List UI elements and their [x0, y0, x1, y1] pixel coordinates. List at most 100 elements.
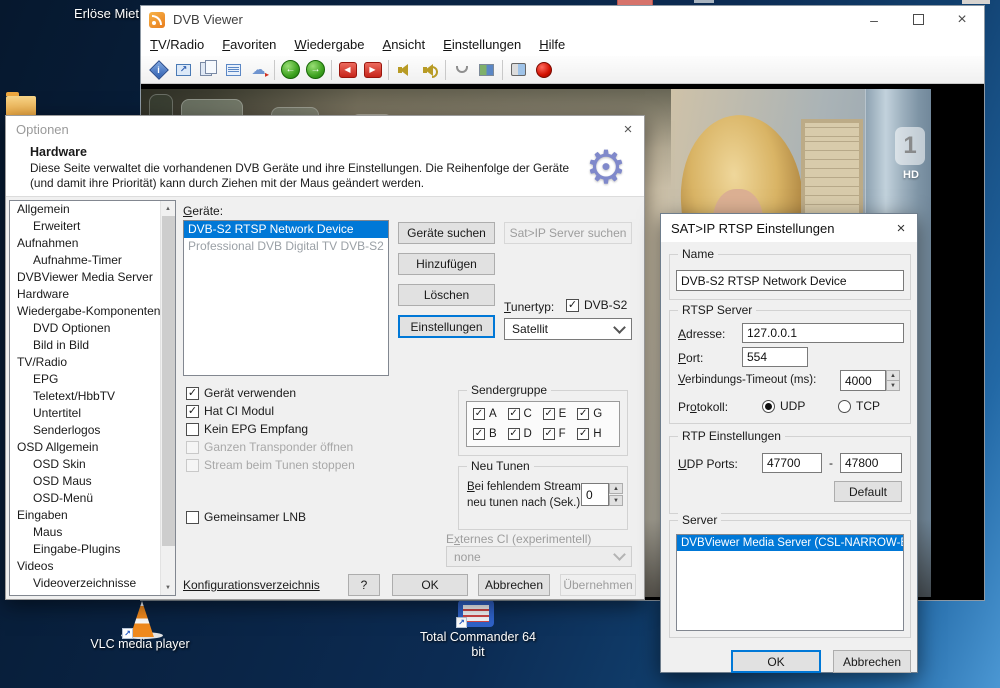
- menu-favoriten[interactable]: Favoriten: [213, 37, 285, 52]
- teletext-icon[interactable]: [221, 58, 246, 81]
- sidebar-item-maus[interactable]: Maus: [10, 524, 160, 541]
- folder-icon[interactable]: [6, 96, 36, 116]
- sendergruppe-f-checkbox[interactable]: F: [543, 428, 578, 440]
- info-icon[interactable]: i: [146, 58, 171, 81]
- sendergruppe-b-checkbox[interactable]: B: [473, 428, 508, 440]
- sidebar-item-tv-radio[interactable]: TV/Radio: [10, 354, 160, 371]
- sendergruppe-e-checkbox[interactable]: E: [543, 408, 578, 420]
- fullscreen-icon[interactable]: ↗: [171, 58, 196, 81]
- geraete-suchen-button[interactable]: Geräte suchen: [398, 222, 495, 244]
- scroll-up-icon[interactable]: ▲: [161, 201, 175, 216]
- satip-abbrechen-button[interactable]: Abbrechen: [833, 650, 911, 673]
- sidebar-item-eingaben[interactable]: Eingaben: [10, 507, 160, 524]
- port-field[interactable]: 554: [742, 347, 808, 367]
- device-item[interactable]: Professional DVB Digital TV DVB-S2: [184, 238, 388, 255]
- channel-previous-icon[interactable]: ◀: [335, 58, 360, 81]
- uebernehmen-button[interactable]: Übernehmen: [560, 574, 636, 596]
- maximize-button[interactable]: [896, 6, 940, 33]
- sendergruppe-c-checkbox[interactable]: C: [508, 408, 543, 420]
- sidebar-item-epg[interactable]: EPG: [10, 371, 160, 388]
- menu-wiedergabe[interactable]: Wiedergabe: [285, 37, 373, 52]
- sidebar-item-videos[interactable]: Videos: [10, 558, 160, 575]
- desktop-icon-label-erloese[interactable]: Erlöse Miet: [74, 6, 139, 21]
- channel-panel-icon[interactable]: [506, 58, 531, 81]
- satip-ok-button[interactable]: OK: [731, 650, 821, 673]
- sidebar-item-aufnahme-timer[interactable]: Aufnahme-Timer: [10, 252, 160, 269]
- scroll-down-icon[interactable]: ▼: [161, 580, 175, 595]
- abbrechen-button[interactable]: Abbrechen: [478, 574, 550, 596]
- sidebar-item-eingabe-plugins[interactable]: Eingabe-Plugins: [10, 541, 160, 558]
- scrollbar-thumb[interactable]: [162, 216, 175, 546]
- adresse-field[interactable]: 127.0.0.1: [742, 323, 904, 343]
- satip-titlebar[interactable]: SAT>IP RTSP Einstellungen ×: [661, 214, 917, 242]
- spinner-up-icon[interactable]: ▲: [609, 483, 623, 494]
- mosaic-icon[interactable]: [474, 58, 499, 81]
- sidebar-item-untertitel[interactable]: Untertitel: [10, 405, 160, 422]
- timeout-field[interactable]: 4000: [840, 370, 886, 391]
- device-list[interactable]: DVB-S2 RTSP Network Device Professional …: [183, 220, 389, 376]
- options-category-list[interactable]: Allgemein Erweitert Aufnahmen Aufnahme-T…: [9, 200, 176, 596]
- forward-icon[interactable]: →: [303, 58, 328, 81]
- geraet-verwenden-checkbox[interactable]: Gerät verwenden: [186, 386, 296, 400]
- sidebar-item-media-server[interactable]: DVBViewer Media Server: [10, 269, 160, 286]
- spinner-down-icon[interactable]: ▼: [609, 495, 623, 506]
- dvb-titlebar[interactable]: DVB Viewer – ×: [141, 6, 984, 33]
- udp-radio[interactable]: UDP: [762, 399, 805, 413]
- sidebar-item-senderlogos[interactable]: Senderlogos: [10, 422, 160, 439]
- satip-close-button[interactable]: ×: [885, 220, 917, 237]
- spinner-down-icon[interactable]: ▼: [886, 380, 900, 391]
- konfigurationsverzeichnis-link[interactable]: Konfigurationsverzeichnis: [183, 578, 320, 592]
- sidebar-item-aufnahmen[interactable]: Aufnahmen: [10, 235, 160, 252]
- name-field[interactable]: DVB-S2 RTSP Network Device: [676, 270, 904, 291]
- einstellungen-button[interactable]: Einstellungen: [398, 315, 495, 338]
- kein-epg-empfang-checkbox[interactable]: Kein EPG Empfang: [186, 422, 308, 436]
- sendergruppe-h-checkbox[interactable]: H: [577, 428, 613, 440]
- satip-server-suchen-button[interactable]: Sat>IP Server suchen: [504, 222, 632, 244]
- sidebar-item-allgemein[interactable]: Allgemein: [10, 201, 160, 218]
- udp-port-to-field[interactable]: 47800: [840, 453, 902, 473]
- hinzufuegen-button[interactable]: Hinzufügen: [398, 253, 495, 275]
- server-item-selected[interactable]: DVBViewer Media Server (CSL-NARROW-BO: [677, 535, 903, 551]
- menu-tv-radio[interactable]: TV/Radio: [141, 37, 213, 52]
- volume-up-icon[interactable]: [417, 58, 442, 81]
- sidebar-item-wiedergabe-komponenten[interactable]: Wiedergabe-Komponenten: [10, 303, 160, 320]
- menu-ansicht[interactable]: Ansicht: [374, 37, 435, 52]
- sidebar-item-videoverzeichnisse[interactable]: Videoverzeichnisse: [10, 575, 160, 592]
- volume-down-icon[interactable]: [392, 58, 417, 81]
- server-list[interactable]: DVBViewer Media Server (CSL-NARROW-BO: [676, 534, 904, 631]
- window-mode-icon[interactable]: [196, 58, 221, 81]
- default-button[interactable]: Default: [834, 481, 902, 502]
- menu-einstellungen[interactable]: Einstellungen: [434, 37, 530, 52]
- close-button[interactable]: ×: [940, 6, 984, 33]
- ok-button[interactable]: OK: [392, 574, 468, 596]
- vlc-icon-label[interactable]: VLC media player: [70, 637, 210, 652]
- channel-next-icon[interactable]: ▶: [360, 58, 385, 81]
- back-icon[interactable]: ←: [278, 58, 303, 81]
- sidebar-item-teletext[interactable]: Teletext/HbbTV: [10, 388, 160, 405]
- menu-hilfe[interactable]: Hilfe: [530, 37, 574, 52]
- optionen-titlebar[interactable]: Optionen ×: [6, 116, 644, 142]
- loeschen-button[interactable]: Löschen: [398, 284, 495, 306]
- sendergruppe-a-checkbox[interactable]: A: [473, 408, 508, 420]
- audio-icon[interactable]: [449, 58, 474, 81]
- device-item-selected[interactable]: DVB-S2 RTSP Network Device: [184, 221, 388, 238]
- udp-port-from-field[interactable]: 47700: [762, 453, 822, 473]
- optionen-close-button[interactable]: ×: [612, 121, 644, 138]
- dvbs2-checkbox[interactable]: DVB-S2: [566, 298, 627, 312]
- tcp-radio[interactable]: TCP: [838, 399, 880, 413]
- sidebar-item-hardware[interactable]: Hardware: [10, 286, 160, 303]
- sidebar-item-bild-in-bild[interactable]: Bild in Bild: [10, 337, 160, 354]
- help-button[interactable]: ?: [348, 574, 380, 596]
- record-icon[interactable]: [531, 58, 556, 81]
- tunertyp-combo[interactable]: Satellit: [504, 318, 632, 340]
- sidebar-scrollbar[interactable]: ▲ ▼: [160, 201, 175, 595]
- sidebar-item-osd-maus[interactable]: OSD Maus: [10, 473, 160, 490]
- weather-epg-icon[interactable]: ☁▸: [246, 58, 271, 81]
- minimize-button[interactable]: –: [852, 6, 896, 33]
- sendergruppe-d-checkbox[interactable]: D: [508, 428, 543, 440]
- sidebar-item-osd-menue[interactable]: OSD-Menü: [10, 490, 160, 507]
- sidebar-item-dvd-optionen[interactable]: DVD Optionen: [10, 320, 160, 337]
- hat-ci-modul-checkbox[interactable]: Hat CI Modul: [186, 404, 274, 418]
- gemeinsamer-lnb-checkbox[interactable]: Gemeinsamer LNB: [186, 510, 306, 524]
- sidebar-item-osd-skin[interactable]: OSD Skin: [10, 456, 160, 473]
